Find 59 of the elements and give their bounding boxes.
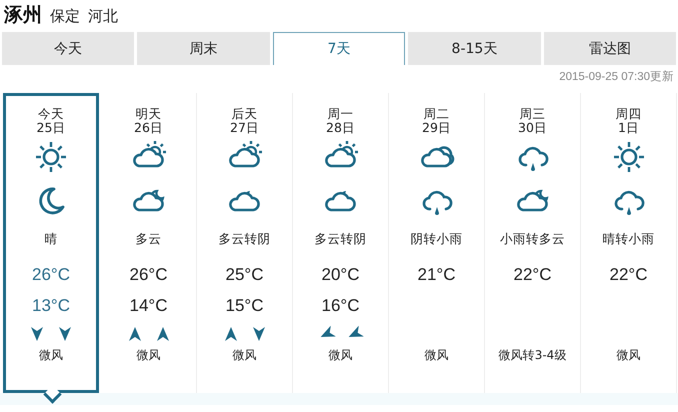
wind-arrow-icon <box>156 327 168 341</box>
high-temperature: 22°C <box>610 264 648 286</box>
day-name: 后天 <box>232 107 258 121</box>
weather-description: 阴转小雨 <box>410 230 462 248</box>
city-name: 涿州 <box>4 3 42 28</box>
wind-arrow-icon <box>59 327 71 341</box>
wind-level: 微风 <box>616 347 640 364</box>
day-date: 30日 <box>518 121 547 135</box>
weather-description: 多云 <box>136 230 162 248</box>
wind-arrow-icon <box>31 327 43 341</box>
region-name: 河北 <box>88 7 118 26</box>
day-column[interactable]: 周二 29日 阴转小雨 21°C 微风 <box>389 93 485 393</box>
high-temperature: 26°C <box>130 264 168 286</box>
low-temperature: 13°C <box>32 295 70 317</box>
day-name: 明天 <box>136 107 162 121</box>
wind-level: 微风转3-4级 <box>498 347 566 364</box>
tab[interactable]: 8-15天 <box>408 32 541 65</box>
wind-level: 微风 <box>136 347 160 364</box>
weather-description: 晴 <box>44 230 58 248</box>
wind-level: 微风 <box>232 347 256 364</box>
weather-description: 多云转阴 <box>314 230 366 248</box>
day-column[interactable]: 明天 26日 多云 26°C 14°C 微风 <box>101 93 197 393</box>
tab[interactable]: 周末 <box>137 32 270 65</box>
wind-arrow-icon <box>252 327 264 341</box>
wind-level: 微风 <box>424 347 448 364</box>
high-temperature: 26°C <box>32 264 70 286</box>
day-date: 29日 <box>422 121 451 135</box>
weather-description: 多云转阴 <box>218 230 270 248</box>
high-temperature: 21°C <box>418 264 456 286</box>
high-temperature: 20°C <box>322 264 360 286</box>
wind-level: 微风 <box>328 347 352 364</box>
update-time: 2015-09-25 07:30更新 <box>558 69 675 85</box>
day-name: 周一 <box>328 107 354 121</box>
high-temperature: 22°C <box>514 264 552 286</box>
weather-description: 晴转小雨 <box>602 230 654 248</box>
wind-arrow-icon <box>128 327 140 341</box>
day-name: 周二 <box>424 107 450 121</box>
high-temperature: 25°C <box>226 264 264 286</box>
day-date: 27日 <box>230 121 259 135</box>
region-name: 保定 <box>50 7 80 26</box>
day-date: 25日 <box>36 121 66 135</box>
low-temperature: 15°C <box>226 295 264 317</box>
tab[interactable]: 雷达图 <box>544 32 676 65</box>
low-temperature: 16°C <box>322 295 360 317</box>
wind-level: 微风 <box>39 347 63 364</box>
day-name: 周四 <box>616 107 642 121</box>
day-date: 26日 <box>134 121 163 135</box>
day-name: 周三 <box>520 107 546 121</box>
day-name: 今天 <box>38 107 64 121</box>
wind-arrow-icon <box>224 327 236 341</box>
low-temperature: 14°C <box>130 295 168 317</box>
day-date: 1日 <box>618 121 639 135</box>
weather-description: 小雨转多云 <box>500 230 565 248</box>
day-column[interactable]: 周三 30日 小雨转多云 22°C 微风转3-4级 <box>485 93 581 393</box>
day-column[interactable]: 周一 28日 多云转阴 20°C 16°C 微风 <box>293 93 389 393</box>
day-column[interactable]: 后天 27日 多云转阴 25°C 15°C 微风 <box>197 93 293 393</box>
day-date: 28日 <box>326 121 355 135</box>
tab[interactable]: 7天 <box>272 32 406 65</box>
tab[interactable]: 今天 <box>2 32 134 65</box>
